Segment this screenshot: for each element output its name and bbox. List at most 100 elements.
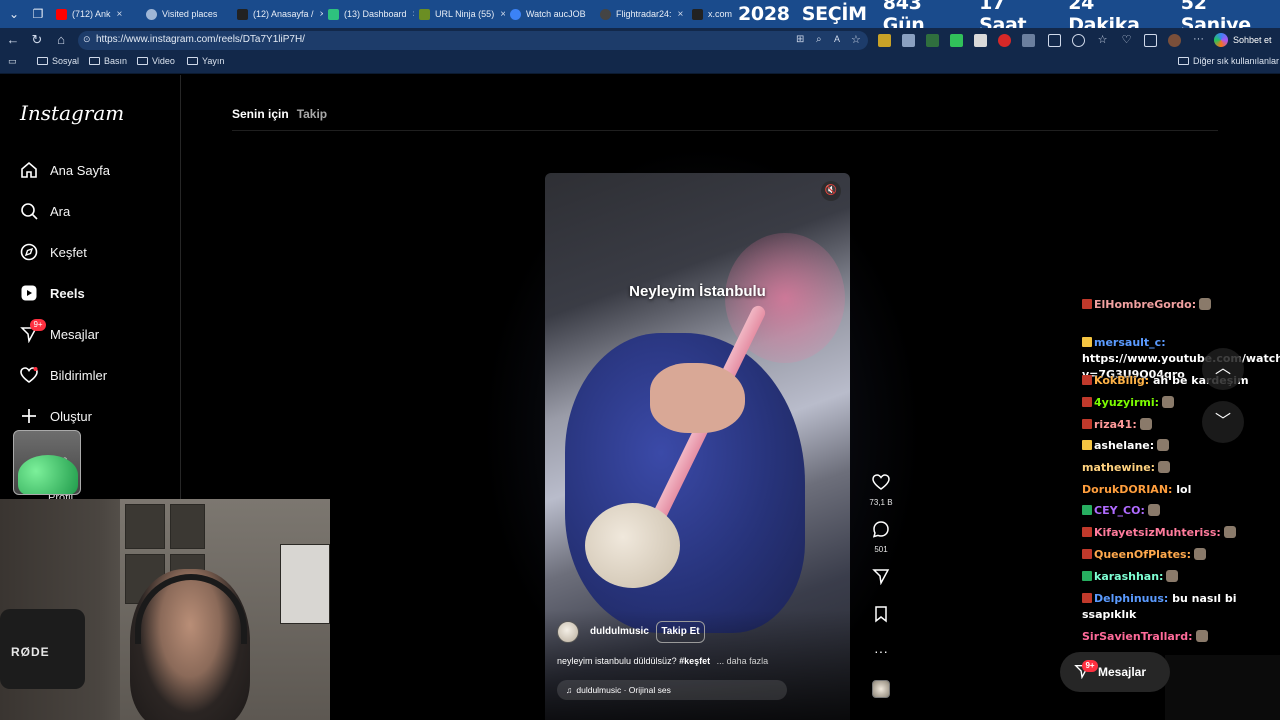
app-install-icon[interactable]: ⊞ [796,34,804,45]
extension-icon[interactable] [950,34,963,47]
chat-button-label: Sohbet et [1233,35,1272,45]
chat-message: riza41: [1082,417,1280,433]
more-options-icon[interactable]: ··· [868,643,894,659]
save-button[interactable] [868,605,894,628]
nav-search[interactable]: Ara [20,199,70,223]
wall-photo [125,504,165,549]
gems-graphic [18,455,78,494]
chevron-down-icon[interactable]: ﹀ [1202,401,1244,443]
reel-audio[interactable]: ♫ duldulmusic · Orijinal ses [557,680,787,700]
notification-badge: 9+ [30,319,46,331]
tab-for-you[interactable]: Senin için [232,107,289,121]
extension-icon[interactable] [926,34,939,47]
workspaces-icon[interactable]: ❐ [30,6,46,22]
chat-message: Delphinuus: bu nasıl bi ssapıklık [1082,591,1280,623]
browser-tab[interactable]: Watch aucJOB [510,3,596,25]
browser-tab[interactable]: (13) Dashboard × [328,3,414,25]
nav-reels[interactable]: Reels [20,281,85,305]
extension-icon[interactable] [998,34,1011,47]
audio-thumbnail[interactable] [868,680,894,703]
browser-tab[interactable]: (12) Anasayfa / × [237,3,323,25]
reel-video[interactable]: Neyleyim İstanbulu 🔇 duldulmusic Takip E… [545,173,850,720]
back-icon[interactable]: ← [5,32,21,48]
extensions-puzzle-icon[interactable] [1022,34,1035,47]
bookmark-folder[interactable]: Basın [89,56,127,66]
chat-username: CEY_CO: [1094,504,1145,517]
extension-icon[interactable] [974,34,987,47]
collections-icon[interactable]: ♡ [1120,34,1133,47]
address-bar[interactable]: ⊙ https://www.instagram.com/reels/DTa7Y1… [78,31,868,50]
hashtag-link[interactable]: #keşfet [679,656,710,666]
extension-icon[interactable] [902,34,915,47]
profile-avatar-icon[interactable] [1168,34,1181,47]
downloads-icon[interactable] [1144,34,1157,47]
tab-close-icon[interactable]: × [500,9,505,20]
bookmarks-toggle-icon[interactable]: ▭ [8,56,17,67]
more-link[interactable]: ... daha fazla [717,656,769,666]
extension-icon[interactable] [878,34,891,47]
refresh-icon[interactable]: ↻ [29,32,45,48]
tab-label: Flightradar24: [616,9,672,19]
nav-notifications[interactable]: Bildirimler [20,363,107,387]
chat-badge-icon [1082,549,1092,559]
browser-tab[interactable]: x.com/ [692,3,732,25]
tab-close-icon[interactable]: × [117,9,123,20]
other-bookmarks-folder[interactable]: Diğer sık kullanılanlar [1178,56,1279,66]
browser-tab[interactable]: Flightradar24: × [600,3,686,25]
copilot-chat-button[interactable]: Sohbet et [1214,31,1276,49]
nav-messages[interactable]: 9+ Mesajlar [20,319,100,346]
bookmarks-bar: ▭ Sosyal Basın Video Yayın Diğer sık kul… [0,52,1280,74]
reel-author[interactable]: duldulmusic [590,626,649,637]
folder-icon [89,57,100,65]
bookmark-folder[interactable]: Video [137,56,175,66]
bookmark-folder[interactable]: Sosyal [37,56,79,66]
chat-emote-icon [1147,504,1160,516]
instagram-logo[interactable]: Instagram [20,101,124,125]
like-button[interactable]: 73,1 B [868,473,894,507]
browser-tab[interactable]: URL Ninja (55) × [419,3,505,25]
share-button[interactable] [868,567,894,590]
more-options-icon[interactable]: ··· [1192,34,1205,47]
bookmark-folder[interactable]: Yayın [187,56,224,66]
tab-following[interactable]: Takip [297,107,327,121]
comment-button[interactable]: 501 [868,520,894,554]
browser-tab[interactable]: (712) Ank × [56,3,136,25]
folder-icon [1178,57,1189,65]
site-info-icon[interactable]: ⊙ [83,34,91,45]
follow-button[interactable]: Takip Et [656,621,705,643]
home-icon[interactable]: ⌂ [53,32,69,48]
tab-close-icon[interactable]: × [678,9,684,20]
chat-username: Delphinuus: [1094,592,1169,605]
split-screen-icon[interactable] [1048,34,1061,47]
nav-create[interactable]: Oluştur [20,404,92,428]
chat-badge-icon [1082,527,1092,537]
favorite-star-icon[interactable]: ☆ [851,33,861,46]
nav-label: Oluştur [50,408,92,424]
chat-message: karashhan: [1082,569,1280,585]
watch-icon [510,8,521,20]
chat-username: KifayetsizMuhteriss: [1094,526,1221,539]
messages-pill[interactable]: 9+ Mesajlar [1060,652,1170,692]
chat-message: mathewine: [1082,460,1280,476]
nav-label: Mesajlar [50,326,100,342]
nav-home[interactable]: Ana Sayfa [20,158,110,182]
chat-badge-icon [1082,593,1092,603]
favorites-icon[interactable]: ☆ [1096,34,1109,47]
chat-emote-icon [1194,548,1206,560]
nav-label: Bildirimler [50,367,108,383]
tab-close-icon[interactable]: × [320,9,323,20]
zoom-icon[interactable]: ⌕ [816,34,822,45]
browser-tab-bar: ⌄ ❐ (712) Ank × Visited places (12) Anasa… [0,0,1280,36]
nav-explore[interactable]: Keşfet [20,240,87,264]
read-aloud-icon[interactable]: A [834,34,840,44]
chevron-up-icon[interactable]: ︿ [1202,348,1244,390]
browser-essentials-icon[interactable] [1072,34,1085,47]
tab-actions-icon[interactable]: ⌄ [6,6,22,22]
video-scene [585,503,680,588]
chat-username: QueenOfPlates: [1094,548,1191,561]
browser-tab[interactable]: Visited places [146,3,232,25]
mute-icon[interactable]: 🔇 [821,181,841,201]
avatar[interactable] [557,621,579,643]
tab-close-icon[interactable]: × [413,9,414,20]
bookmark-label: Sosyal [52,56,80,66]
